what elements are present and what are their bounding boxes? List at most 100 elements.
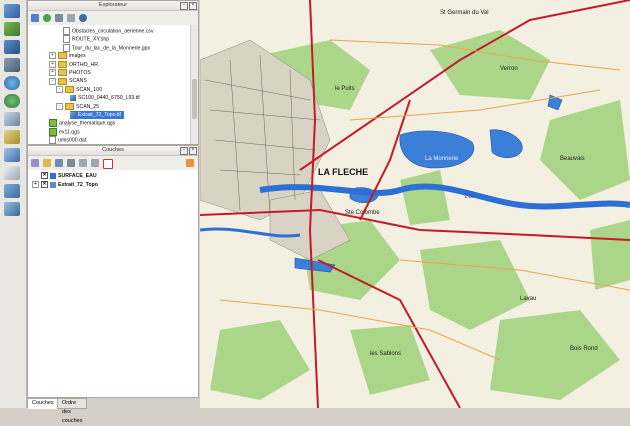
collapse-all-icon[interactable] [67,14,75,22]
explorer-panel: Explorateur ▫ × Obstacles_circulation_ae… [27,0,199,145]
expand-icon[interactable]: + [32,181,39,189]
add-group-icon[interactable] [43,159,51,167]
add-oracle-layer-icon[interactable] [4,202,20,216]
explorer-item-label: PHOTOS [69,70,91,76]
explorer-item-label: Obstacles_circulation_aerienne.csv [72,28,154,35]
explorer-item[interactable]: ex11.qgs [49,127,80,136]
explorer-item-label: ex11.qgs [59,129,80,136]
folder-icon [58,77,67,85]
explorer-item-label: SCAN_100 [76,86,102,93]
explorer-title-bar: Explorateur ▫ × [28,1,198,11]
explorer-item-label: SCANS [69,78,87,85]
map-label: LA FLECHE [318,167,368,177]
explorer-item[interactable]: - SCAN_25 [56,102,100,111]
layers-tree[interactable]: ✕ SURFACE_EAU + ✕ Extrait_72_Topo [28,170,198,397]
explorer-item-label: analyse_thematique.qgs [59,120,116,127]
float-panel-icon[interactable]: ▫ [180,2,188,10]
layer-item[interactable]: ✕ SURFACE_EAU [32,172,97,180]
explorer-item[interactable]: umis000.dat [49,136,86,144]
add-raster-layer-icon[interactable] [4,22,20,36]
explorer-tree[interactable]: Obstacles_circulation_aerienne.csv ROUTE_… [28,25,190,144]
tab-ordre-des-couches[interactable]: Ordre des couches [57,398,88,424]
filter-icon[interactable] [55,14,63,22]
explorer-scrollbar[interactable] [190,25,198,144]
collapse-all-icon[interactable] [91,159,99,167]
raster-layer-icon [70,94,76,101]
qgis-project-icon [49,127,57,136]
explorer-item-label: SCAN_25 [76,103,100,110]
layers-title-bar: Couches ▫ × [28,146,198,156]
explorer-item[interactable]: ROUTE_XY.shp [63,35,110,44]
layer-visibility-checkbox[interactable]: ✕ [41,172,48,180]
add-wcs-layer-icon[interactable] [4,112,20,126]
folder-icon [58,52,67,60]
collapse-icon[interactable]: - [49,77,56,85]
add-wfs-layer-icon[interactable] [4,94,20,108]
explorer-item-label: Tour_du_lac_de_la_Monnerie.gpx [72,45,151,52]
folder-icon [65,102,74,110]
explorer-item[interactable]: - SCAN_100 [56,85,102,94]
explorer-item[interactable]: Obstacles_circulation_aerienne.csv [63,27,154,35]
expand-icon[interactable]: + [49,69,56,77]
expand-icon[interactable]: + [49,60,56,68]
add-postgis-layer-icon[interactable] [4,40,20,54]
collapse-icon[interactable]: - [56,102,63,110]
qgis-project-icon [49,119,57,128]
add-delimited-text-icon[interactable] [4,166,20,180]
folder-icon [58,69,67,77]
file-icon [63,35,70,44]
explorer-item[interactable]: - SCANS [49,77,87,85]
left-toolbar [0,0,27,408]
file-icon [63,43,70,52]
explorer-item[interactable]: + images [49,52,86,60]
add-vector-layer-icon[interactable] [4,4,20,18]
folder-icon [65,85,74,93]
file-icon [63,27,70,35]
expand-icon[interactable]: + [49,52,56,60]
layer-label: Extrait_72_Topo [58,182,98,188]
expand-all-icon[interactable] [79,159,87,167]
remove-layer-icon[interactable] [103,159,113,169]
add-wms-layer-icon[interactable] [4,76,20,90]
explorer-scroll-thumb[interactable] [192,79,197,119]
map-label: St Germain du Val [440,10,489,16]
collapse-icon[interactable]: - [56,85,63,93]
new-spatialite-icon[interactable] [4,148,20,162]
explorer-item[interactable]: SC100_0440_6750_L93.tif [70,94,140,102]
explorer-item[interactable]: Extrait_72_Topo.tif [70,111,124,119]
add-spatialite-layer-icon[interactable] [4,58,20,72]
refresh-icon[interactable] [43,14,51,22]
float-panel-icon[interactable]: ▫ [180,147,188,155]
layers-title: Couches [102,147,124,153]
layers-panel: Couches ▫ × ✕ SURFACE_EAU + ✕ Extrait_72_Top… [27,145,199,398]
filter-legend-icon[interactable] [67,159,75,167]
raster-layer-icon [70,111,76,118]
properties-icon[interactable] [79,14,87,22]
paint-brush-icon[interactable] [186,159,194,167]
add-selected-layers-icon[interactable] [31,14,39,22]
explorer-item[interactable]: + PHOTOS [49,69,91,77]
close-panel-icon[interactable]: × [189,147,197,155]
new-shapefile-icon[interactable] [4,130,20,144]
explorer-item-label: ORTHO_HR [69,61,99,68]
layer-symbol-icon [50,181,56,188]
map-label: les Sablons [370,351,401,357]
add-mssql-layer-icon[interactable] [4,184,20,198]
layer-label: SURFACE_EAU [58,173,97,179]
map-label: le Puits [335,86,355,92]
manage-map-themes-icon[interactable] [55,159,63,167]
topo-map[interactable]: St Germain du Val LA FLECHE Ste Colombe … [200,0,630,408]
tab-couches[interactable]: Couches [27,398,59,409]
style-icon[interactable] [31,159,39,167]
explorer-item-label: ROUTE_XY.shp [72,36,110,43]
map-label: Verron [500,66,518,72]
explorer-item[interactable]: analyse_thematique.qgs [49,119,116,128]
close-panel-icon[interactable]: × [189,2,197,10]
explorer-item[interactable]: + ORTHO_HR [49,60,99,69]
layer-visibility-checkbox[interactable]: ✕ [41,181,48,189]
explorer-item-label: Extrait_72_Topo.tif [78,112,121,118]
layer-symbol-icon [50,172,56,179]
explorer-item[interactable]: Tour_du_lac_de_la_Monnerie.gpx [63,43,151,52]
layer-item[interactable]: + ✕ Extrait_72_Topo [32,181,98,189]
map-canvas[interactable]: St Germain du Val LA FLECHE Ste Colombe … [200,0,630,408]
